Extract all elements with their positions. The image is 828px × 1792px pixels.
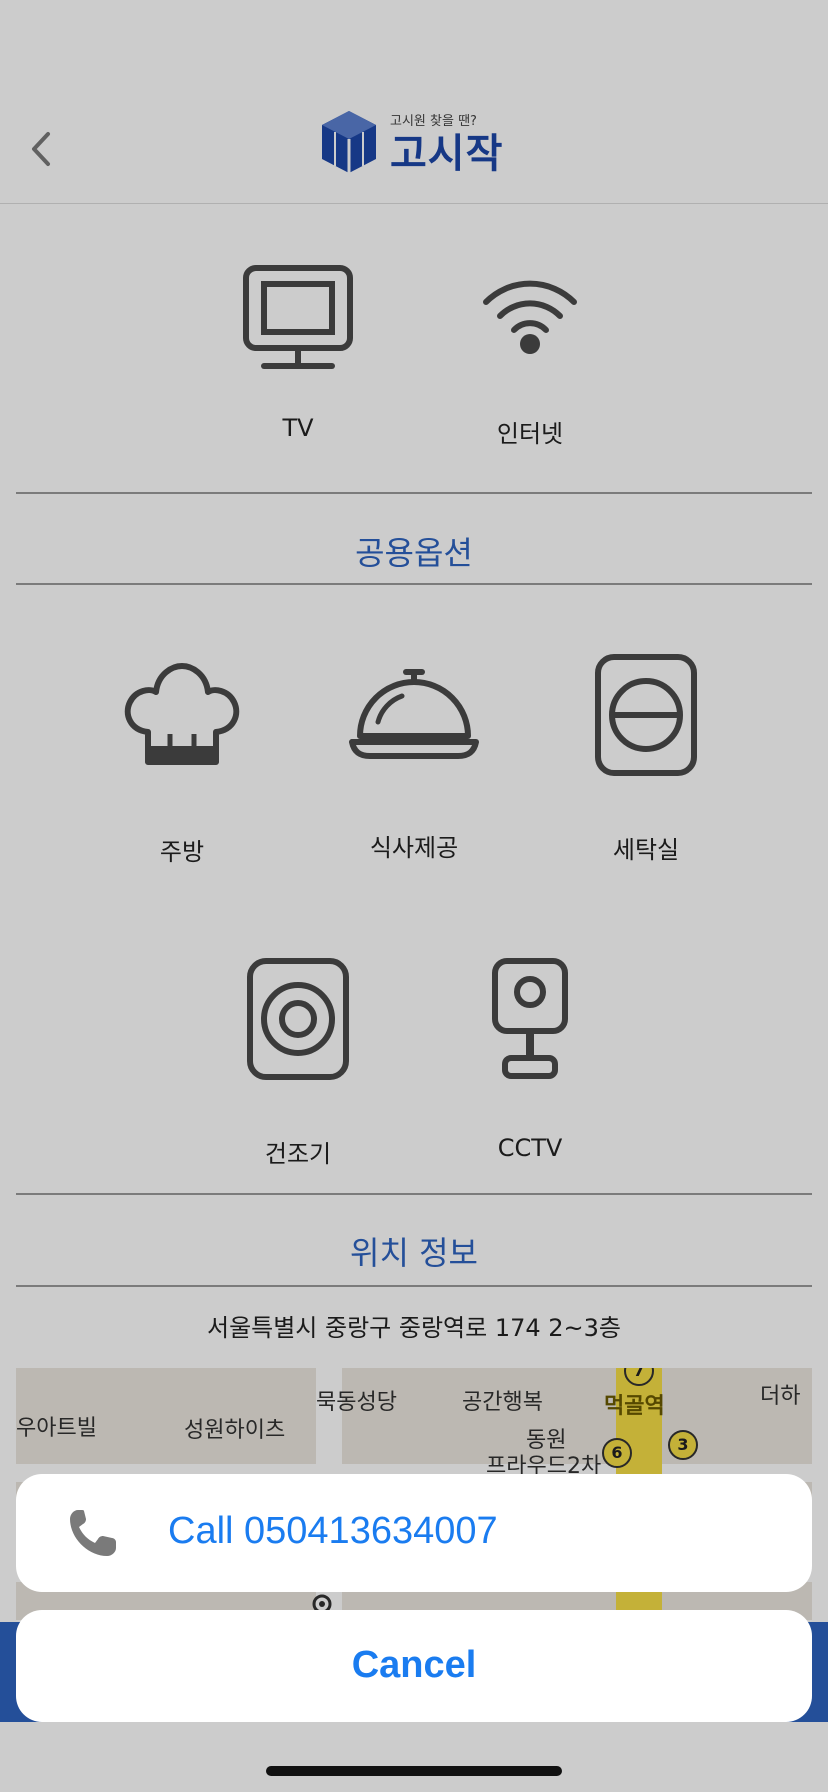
call-action-button[interactable]: Call 050413634007 [16,1474,812,1592]
home-indicator[interactable] [266,1766,562,1776]
cancel-button[interactable]: Cancel [16,1610,812,1722]
phone-icon [70,1510,116,1556]
call-label: Call 050413634007 [168,1510,498,1552]
cancel-label: Cancel [351,1644,477,1686]
